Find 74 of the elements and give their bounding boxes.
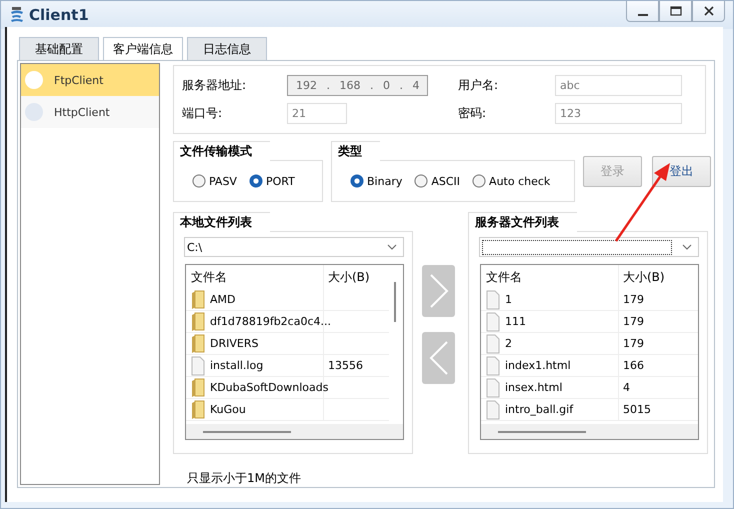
file-name: KuGou xyxy=(210,403,246,416)
folder-icon xyxy=(191,312,205,332)
chevron-down-icon xyxy=(387,244,397,250)
app-icon xyxy=(9,6,25,24)
scrollbar-thumb[interactable] xyxy=(498,430,586,432)
sidebar-item[interactable]: FtpClient xyxy=(21,64,159,96)
sidebar-item-label: FtpClient xyxy=(54,74,104,86)
folder-icon xyxy=(191,334,205,354)
minimize-button[interactable] xyxy=(626,1,659,22)
radio-button[interactable]: Auto check xyxy=(472,174,550,188)
group-title: 文件传输模式 xyxy=(173,141,270,161)
minimize-icon xyxy=(638,14,648,16)
sidebar-item[interactable]: HttpClient xyxy=(21,96,159,128)
download-button[interactable] xyxy=(422,332,455,384)
tab[interactable]: 客户端信息 xyxy=(103,37,183,60)
file-size: 179 xyxy=(623,315,644,328)
file-size: 4 xyxy=(623,381,630,394)
field-label: 服务器地址: xyxy=(182,77,248,94)
file-name: index1.html xyxy=(505,359,571,372)
chevron-left-icon xyxy=(428,340,450,376)
path-dropdown[interactable] xyxy=(479,237,699,257)
close-icon xyxy=(702,6,714,16)
field-label: 用户名: xyxy=(458,77,500,94)
file-name: DRIVERS xyxy=(210,337,258,350)
group-title: 本地文件列表 xyxy=(173,212,270,232)
file-size: 179 xyxy=(623,337,644,350)
file-name: df1d78819fb2ca0c4... xyxy=(210,315,332,328)
file-name: AMD xyxy=(210,293,236,306)
tab[interactable]: 日志信息 xyxy=(187,37,267,60)
window-title: Client1 xyxy=(29,6,89,24)
logout-button[interactable]: 登出 xyxy=(652,156,711,187)
file-size: 166 xyxy=(623,359,644,372)
upload-button[interactable] xyxy=(422,265,455,317)
field-label: 密码: xyxy=(458,105,488,122)
note-text: 只显示小于1M的文件 xyxy=(187,470,302,487)
radio-button[interactable]: PASV xyxy=(192,174,237,188)
radio-button[interactable]: Binary xyxy=(350,174,402,188)
username-field[interactable]: abc xyxy=(555,75,682,96)
scrollbar-thumb[interactable] xyxy=(394,282,396,322)
radio-button[interactable]: PORT xyxy=(248,174,295,188)
file-name: KDubaSoftDownloads xyxy=(210,381,328,394)
field-label: 端口号: xyxy=(182,105,224,122)
file-name: install.log xyxy=(210,359,264,372)
folder-icon xyxy=(191,400,205,420)
column-header: 文件名 xyxy=(481,265,619,289)
file-name: 111 xyxy=(505,315,526,328)
folder-icon xyxy=(191,290,205,310)
path-dropdown[interactable]: C:\ xyxy=(184,237,404,257)
column-header: 文件名 xyxy=(186,265,324,289)
file-name: 2 xyxy=(505,337,512,350)
maximize-button[interactable] xyxy=(659,1,692,22)
group-title: 类型 xyxy=(331,141,380,161)
tab[interactable]: 基础配置 xyxy=(19,37,99,60)
password-field[interactable]: 123 xyxy=(555,103,682,124)
file-size: 13556 xyxy=(328,359,363,372)
folder-icon xyxy=(191,378,205,398)
port-field[interactable]: 21 xyxy=(287,103,347,124)
ip-address-field[interactable]: 192 . 168 . 0 . 4 xyxy=(287,75,428,96)
chevron-down-icon xyxy=(682,244,692,250)
file-name: intro_ball.gif xyxy=(505,403,574,416)
chevron-right-icon xyxy=(428,273,450,309)
file-name: insex.html xyxy=(505,381,562,394)
circle-icon xyxy=(24,70,44,90)
group-title: 服务器文件列表 xyxy=(468,212,577,232)
file-size: 5015 xyxy=(623,403,651,416)
scrollbar-thumb[interactable] xyxy=(203,430,291,432)
close-button[interactable] xyxy=(692,1,725,22)
sidebar-item-label: HttpClient xyxy=(54,106,110,118)
radio-button[interactable]: ASCII xyxy=(414,174,460,188)
file-name: 1 xyxy=(505,293,512,306)
column-header: 大小(B) xyxy=(327,268,371,286)
file-size: 179 xyxy=(623,293,644,306)
column-header: 大小(B) xyxy=(622,268,666,286)
maximize-icon xyxy=(670,6,682,16)
